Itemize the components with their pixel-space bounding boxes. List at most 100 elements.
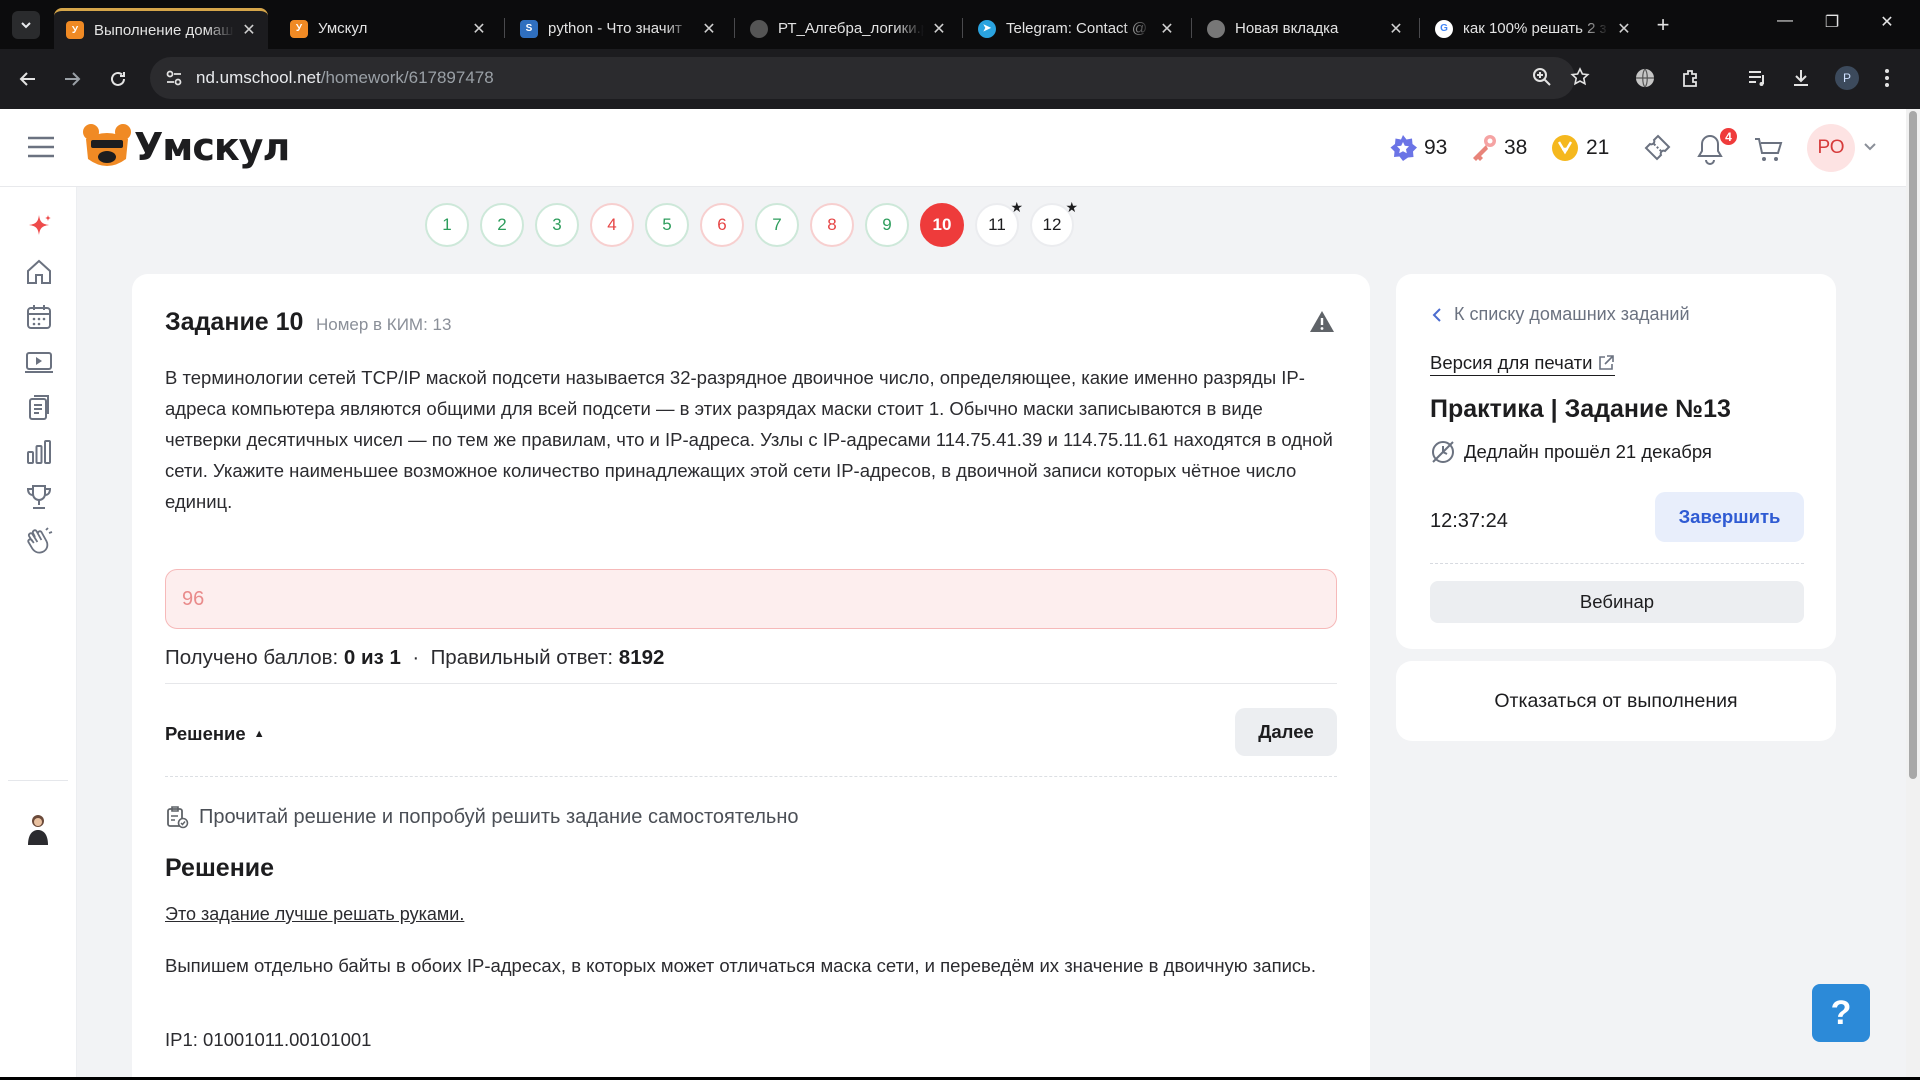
- question-nav-4[interactable]: 4: [590, 203, 634, 247]
- practice-title: Практика | Задание №13: [1430, 395, 1731, 423]
- back-to-homework-list-link[interactable]: К списку домашних заданий: [1432, 304, 1690, 325]
- forward-button[interactable]: [60, 67, 84, 91]
- close-tab-icon[interactable]: ✕: [1615, 19, 1633, 39]
- close-window-button[interactable]: ✕: [1872, 12, 1902, 32]
- external-link-icon: [1597, 354, 1615, 372]
- answer-input[interactable]: [165, 569, 1337, 629]
- print-version-link[interactable]: Версия для печати: [1430, 352, 1616, 376]
- homework-info-card: К списку домашних заданий Версия для печ…: [1396, 274, 1836, 649]
- question-nav-9[interactable]: 9: [865, 203, 909, 247]
- media-controls-icon[interactable]: [1746, 67, 1768, 89]
- question-nav-8[interactable]: 8: [810, 203, 854, 247]
- trophy-icon[interactable]: [24, 482, 54, 512]
- scrollbar-thumb[interactable]: [1909, 111, 1917, 779]
- close-tab-icon[interactable]: ✕: [1158, 19, 1176, 39]
- browser-tab-4[interactable]: РТ_Алгебра_логики.p ✕: [738, 8, 958, 49]
- browser-tab-5[interactable]: ➤ Telegram: Contact @ ✕: [966, 8, 1186, 49]
- question-nav-1[interactable]: 1: [425, 203, 469, 247]
- tab-separator: [1191, 18, 1192, 38]
- refuse-button[interactable]: Отказаться от выполнения: [1396, 661, 1836, 741]
- close-tab-icon[interactable]: ✕: [930, 19, 948, 39]
- question-nav-10[interactable]: 10: [920, 203, 964, 247]
- question-nav-2[interactable]: 2: [480, 203, 524, 247]
- url-host: nd.umschool.net: [196, 68, 321, 87]
- star-badge-icon: [1388, 133, 1418, 163]
- close-tab-icon[interactable]: ✕: [240, 20, 258, 40]
- question-nav-6[interactable]: 6: [700, 203, 744, 247]
- browser-tab-7[interactable]: G как 100% решать 2 з ✕: [1423, 8, 1643, 49]
- deadline-text: Дедлайн прошёл 21 декабря: [1464, 441, 1712, 462]
- more-menu-icon[interactable]: [1884, 67, 1890, 89]
- stars-counter[interactable]: 93: [1388, 133, 1447, 163]
- close-tab-icon[interactable]: ✕: [1387, 19, 1405, 39]
- translate-globe-icon[interactable]: [1634, 67, 1656, 89]
- section-divider: [165, 683, 1337, 684]
- statistics-icon[interactable]: [24, 437, 54, 467]
- coins-counter[interactable]: 21: [1550, 133, 1609, 163]
- zoom-icon[interactable]: [1532, 67, 1552, 87]
- back-link-label: К списку домашних заданий: [1454, 304, 1690, 324]
- solution-note-link[interactable]: Это задание лучше решать руками.: [165, 904, 464, 925]
- question-nav-12[interactable]: 12 ★: [1030, 199, 1078, 247]
- clipboard-check-icon: [165, 805, 189, 829]
- bookmark-star-icon[interactable]: [1570, 67, 1590, 87]
- sidenav-divider: [8, 780, 68, 781]
- home-icon[interactable]: [24, 257, 54, 287]
- video-lessons-icon[interactable]: [24, 347, 54, 377]
- chevron-left-icon: [1432, 307, 1442, 323]
- user-avatar[interactable]: РО: [1807, 124, 1855, 172]
- close-tab-icon[interactable]: ✕: [700, 19, 718, 39]
- browser-tab-2[interactable]: У Умскул ✕: [278, 8, 498, 49]
- notifications-badge: 4: [1718, 126, 1739, 147]
- timer: 12:37:24: [1430, 510, 1508, 532]
- ticket-icon[interactable]: [1640, 133, 1672, 165]
- page-scrollbar[interactable]: [1906, 109, 1920, 1080]
- webinar-button[interactable]: Вебинар: [1430, 581, 1804, 623]
- extensions-icon[interactable]: [1680, 67, 1702, 89]
- mentor-avatar-icon[interactable]: [22, 809, 54, 847]
- browser-tab-3[interactable]: S python - Что значит ✕: [508, 8, 728, 49]
- tab-separator: [734, 18, 735, 38]
- menu-hamburger-icon[interactable]: [27, 136, 55, 158]
- tab-search-button[interactable]: [12, 11, 40, 39]
- stars-count: 93: [1424, 136, 1448, 159]
- site-info-icon[interactable]: [164, 68, 184, 88]
- restore-window-button[interactable]: ❐: [1817, 12, 1847, 32]
- question-nav-11[interactable]: 11 ★: [975, 199, 1023, 247]
- close-tab-icon[interactable]: ✕: [470, 19, 488, 39]
- browser-profile-avatar[interactable]: P: [1835, 66, 1859, 90]
- reload-button[interactable]: [106, 67, 130, 91]
- score-value: 0 из 1: [343, 646, 401, 669]
- browser-tab-6[interactable]: Новая вкладка ✕: [1195, 8, 1415, 49]
- sparkle-ai-icon[interactable]: [24, 212, 54, 242]
- address-bar[interactable]: nd.umschool.net/homework/617897478: [150, 57, 1590, 99]
- site-logo[interactable]: Умскул: [82, 123, 290, 171]
- next-button[interactable]: Далее: [1235, 708, 1337, 756]
- question-nav-5[interactable]: 5: [645, 203, 689, 247]
- help-button[interactable]: ?: [1812, 984, 1870, 1042]
- browser-tab-1[interactable]: У Выполнение домашн ✕: [54, 8, 268, 49]
- question-nav-7[interactable]: 7: [755, 203, 799, 247]
- new-tab-button[interactable]: +: [1650, 12, 1676, 38]
- calendar-icon[interactable]: [24, 302, 54, 332]
- cart-icon[interactable]: [1752, 133, 1784, 165]
- report-warning-icon[interactable]: [1309, 310, 1335, 334]
- minimize-window-button[interactable]: —: [1770, 12, 1800, 30]
- solution-toggle-label: Решение: [165, 723, 246, 744]
- clapping-hands-icon[interactable]: [24, 527, 54, 557]
- solution-hint: Прочитай решение и попробуй решить задан…: [165, 805, 799, 829]
- back-button[interactable]: [16, 67, 40, 91]
- brand-name: Умскул: [134, 125, 290, 169]
- page-viewport: Умскул 93 38 21 4 РО 1 2 3 4 5 6 7 8 9 1…: [0, 109, 1920, 1080]
- homework-icon[interactable]: [24, 392, 54, 422]
- keys-counter[interactable]: 38: [1468, 133, 1527, 163]
- coin-icon: [1550, 133, 1580, 163]
- solution-toggle[interactable]: Решение ▲: [165, 723, 265, 745]
- download-icon[interactable]: [1790, 67, 1812, 89]
- solution-ip1-line: IP1: 01001011.00101001: [165, 1029, 372, 1050]
- chevron-down-icon[interactable]: [1863, 142, 1877, 152]
- side-card-divider: [1430, 563, 1804, 564]
- finish-button[interactable]: Завершить: [1655, 492, 1804, 542]
- chevron-down-icon: [19, 18, 33, 32]
- question-nav-3[interactable]: 3: [535, 203, 579, 247]
